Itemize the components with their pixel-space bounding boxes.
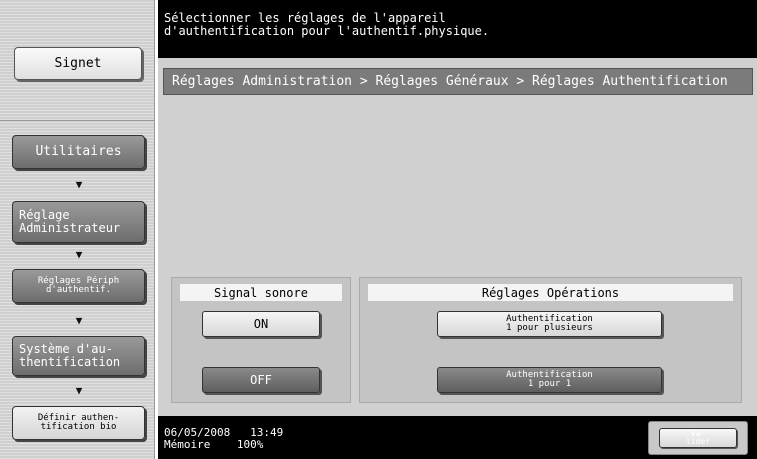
nav-reglages-periph-button[interactable]: Réglages Périph d'authentif. <box>12 269 145 303</box>
nav-label: Définir authen- tification bio <box>37 412 120 432</box>
status-bar: 06/05/2008 13:49 Mémoire 100% Va- lider <box>158 416 757 459</box>
nav-label: Réglage Administrateur <box>19 208 121 235</box>
nav-label: Système d'au- thentification <box>19 342 121 369</box>
main-panel: Réglages Administration > Réglages Génér… <box>158 58 757 416</box>
valider-button[interactable]: Va- lider <box>659 428 737 448</box>
left-column: Signet Utilitaires ▼ Réglage Administrat… <box>0 0 158 459</box>
nav-reglage-administrateur-button[interactable]: Réglage Administrateur <box>12 201 145 243</box>
memory-value: 100% <box>236 438 264 451</box>
reglages-operations-group: Réglages Opérations Authentification 1 p… <box>359 277 742 403</box>
nav-definir-authentification-bio-button[interactable]: Définir authen- tification bio <box>12 406 145 440</box>
arrow-down-icon: ▼ <box>75 313 83 327</box>
breadcrumb: Réglages Administration > Réglages Génér… <box>163 68 753 95</box>
nav-systeme-authentification-button[interactable]: Système d'au- thentification <box>12 336 145 376</box>
signal-off-button[interactable]: OFF <box>202 367 320 393</box>
status-text: 06/05/2008 13:49 Mémoire 100% <box>164 427 283 451</box>
auth-1-pour-plusieurs-button[interactable]: Authentification 1 pour plusieurs <box>437 311 662 337</box>
reglages-operations-title: Réglages Opérations <box>368 284 733 301</box>
signet-panel: Signet <box>0 0 155 120</box>
signal-on-button[interactable]: ON <box>202 311 320 337</box>
arrow-down-icon: ▼ <box>75 177 83 191</box>
nav-utilitaires-button[interactable]: Utilitaires <box>12 135 145 169</box>
arrow-down-icon: ▼ <box>75 247 83 261</box>
auth-1-pour-1-button[interactable]: Authentification 1 pour 1 <box>437 367 662 393</box>
arrow-down-icon: ▼ <box>75 383 83 397</box>
signal-sonore-group: Signal sonore ON OFF <box>171 277 351 403</box>
valider-button-frame: Va- lider <box>648 421 748 455</box>
message-bar: Sélectionner les réglages de l'appareil … <box>158 0 757 58</box>
screen: Signet Utilitaires ▼ Réglage Administrat… <box>0 0 757 459</box>
nav-label: Réglages Périph d'authentif. <box>37 275 120 295</box>
nav-label: Utilitaires <box>35 144 122 160</box>
signal-sonore-title: Signal sonore <box>180 284 342 301</box>
memory-label: Mémoire <box>164 438 211 451</box>
signet-button[interactable]: Signet <box>14 47 142 80</box>
nav-panel: Utilitaires ▼ Réglage Administrateur ▼ R… <box>0 120 155 459</box>
